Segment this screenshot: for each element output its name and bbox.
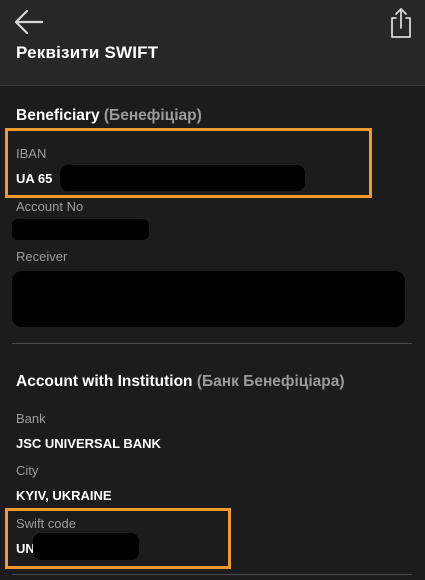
bank-label: Bank [16, 411, 46, 426]
beneficiary-subtitle: (Бенефіціар) [103, 107, 202, 124]
institution-title: Account with Institution [16, 373, 193, 390]
page-title: Реквізити SWIFT [16, 43, 159, 62]
bank-value[interactable]: JSC UNIVERSAL BANK [16, 436, 161, 451]
institution-section-title: Account with Institution (Банк Бенефіціа… [16, 373, 345, 391]
share-icon[interactable] [388, 7, 414, 39]
bottom-divider [12, 574, 412, 575]
institution-subtitle: (Банк Бенефіціара) [196, 373, 345, 390]
city-label: City [16, 463, 39, 478]
section-divider [12, 343, 412, 344]
receiver-label: Receiver [16, 249, 68, 264]
arrow-left-icon[interactable] [12, 8, 46, 36]
beneficiary-section-title: Beneficiary (Бенефіціар) [16, 107, 202, 125]
iban-highlight-box [5, 128, 372, 198]
account-no-redaction [12, 219, 149, 240]
header-bar: Реквізити SWIFT [0, 0, 425, 86]
swift-code-highlight-box [5, 508, 231, 569]
receiver-redaction [12, 271, 405, 327]
account-no-label: Account No [16, 199, 84, 214]
city-value[interactable]: KYIV, UKRAINE [16, 488, 112, 503]
beneficiary-title: Beneficiary [16, 107, 100, 124]
